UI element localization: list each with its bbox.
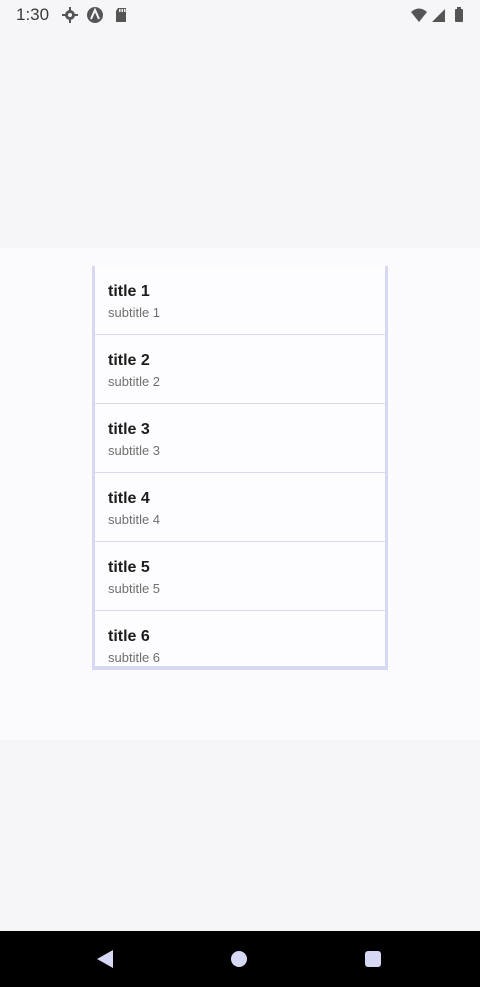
list-item[interactable]: title 4 subtitle 4 <box>95 473 385 542</box>
app-screen: 1:30 title 1 subtitle 1 title 2 subtitle… <box>0 0 480 987</box>
wifi-icon <box>410 6 428 24</box>
item-title: title 6 <box>108 628 150 645</box>
list-item[interactable]: title 3 subtitle 3 <box>95 404 385 473</box>
status-bar: 1:30 <box>0 0 480 30</box>
settings-icon <box>61 6 79 24</box>
item-list[interactable]: title 1 subtitle 1 title 2 subtitle 2 ti… <box>92 266 388 670</box>
home-icon[interactable] <box>231 951 247 967</box>
list-item[interactable]: title 5 subtitle 5 <box>95 542 385 611</box>
item-subtitle: subtitle 2 <box>108 374 161 389</box>
recents-icon[interactable] <box>365 951 381 967</box>
navigation-bar <box>0 931 480 987</box>
list-item[interactable]: title 1 subtitle 1 <box>95 266 385 335</box>
item-subtitle: subtitle 5 <box>108 581 161 596</box>
signal-icon <box>430 6 448 24</box>
item-title: title 2 <box>108 352 150 369</box>
item-title: title 1 <box>108 283 150 300</box>
item-title: title 5 <box>108 559 150 576</box>
item-subtitle: subtitle 1 <box>108 305 161 320</box>
list-item[interactable]: title 6 subtitle 6 <box>95 611 385 666</box>
item-subtitle: subtitle 4 <box>108 512 161 527</box>
item-title: title 4 <box>108 490 150 507</box>
item-subtitle: subtitle 6 <box>108 650 161 665</box>
list-item[interactable]: title 2 subtitle 2 <box>95 335 385 404</box>
battery-icon <box>450 6 468 24</box>
item-subtitle: subtitle 3 <box>108 443 161 458</box>
back-icon[interactable] <box>97 950 113 968</box>
sd-card-icon <box>113 6 131 24</box>
item-title: title 3 <box>108 421 150 438</box>
a-icon <box>86 6 104 24</box>
status-time: 1:30 <box>16 5 50 24</box>
